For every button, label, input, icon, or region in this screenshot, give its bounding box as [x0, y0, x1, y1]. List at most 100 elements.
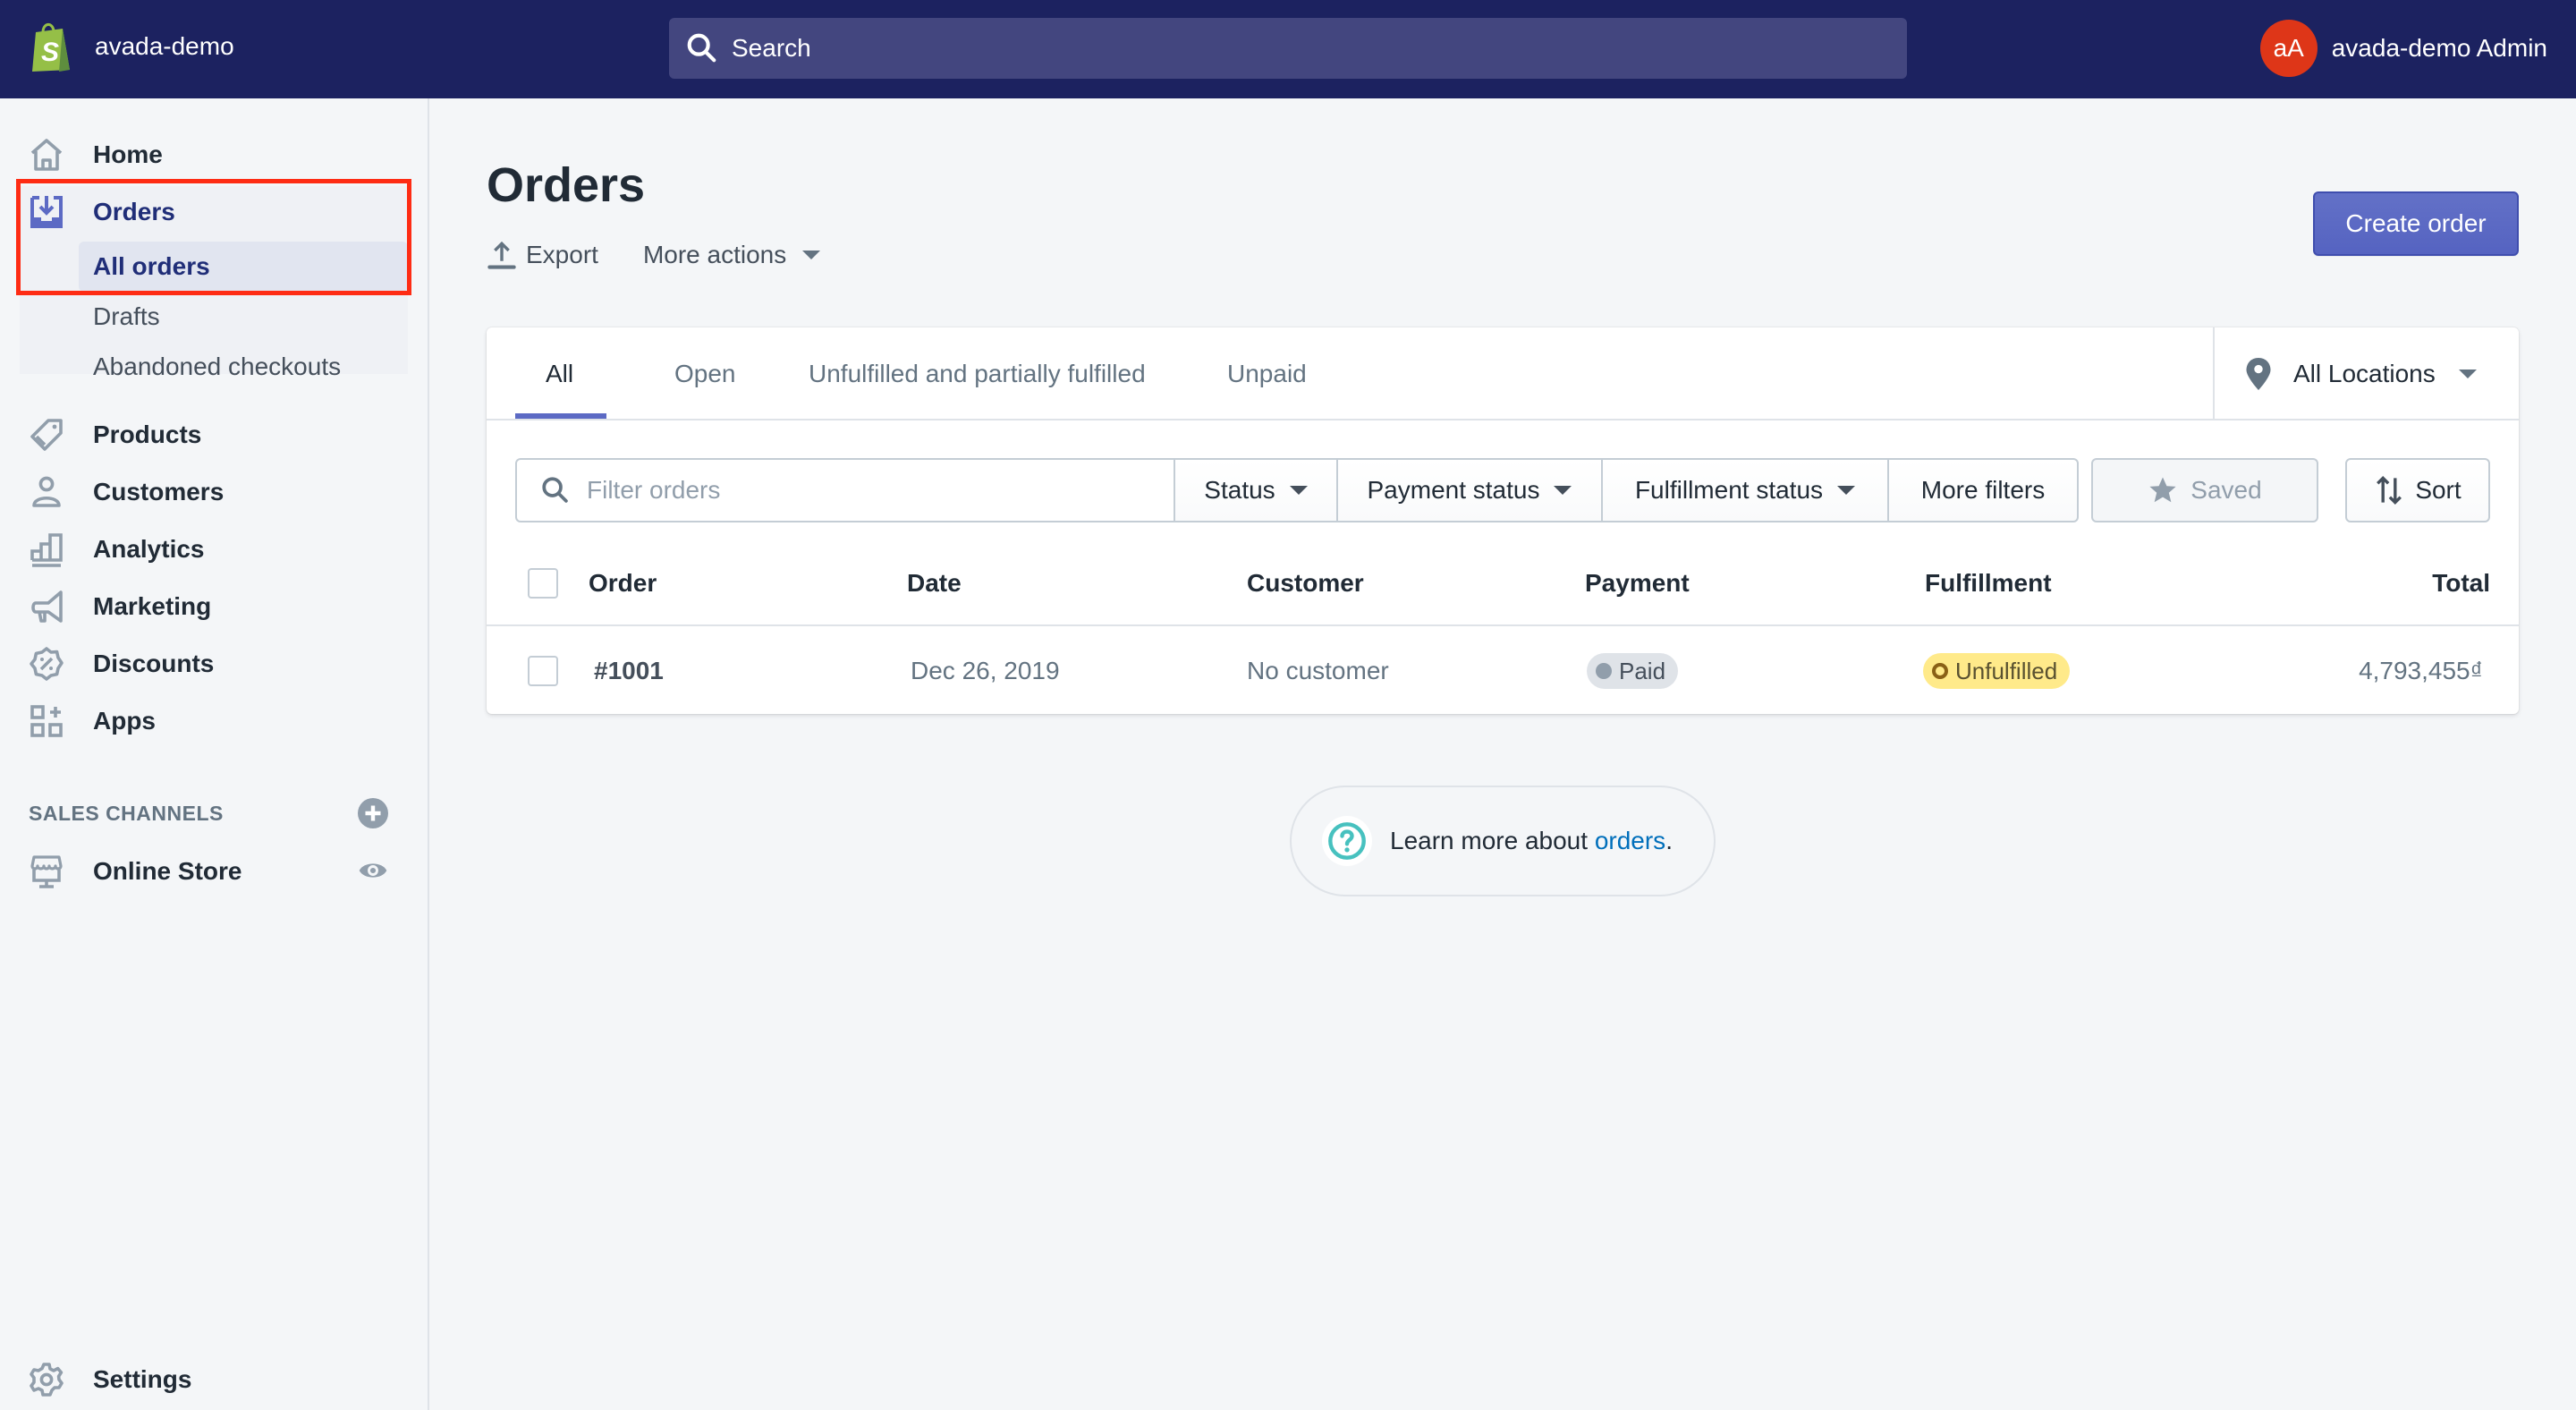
sidebar-item-label: Marketing	[93, 592, 212, 620]
more-filters-button[interactable]: More filters	[1889, 458, 2079, 522]
column-header-fulfillment[interactable]: Fulfillment	[1925, 540, 2052, 626]
tab-unfulfilled-partially[interactable]: Unfulfilled and partially fulfilled	[809, 327, 1146, 420]
export-label: Export	[526, 241, 598, 268]
payment-status-badge: Paid	[1587, 653, 1679, 689]
active-tab-indicator	[515, 413, 606, 419]
fulfillment-status-filter-label: Fulfillment status	[1634, 476, 1824, 504]
more-actions-label: More actions	[642, 241, 787, 268]
sidebar: Home Orders All orders Drafts Abandoned …	[0, 98, 429, 1410]
add-sales-channel-icon[interactable]	[358, 798, 388, 828]
apps-icon	[30, 705, 63, 737]
location-selector[interactable]: All Locations	[2245, 327, 2477, 420]
learn-more-suffix: .	[1665, 827, 1673, 854]
payment-status-filter-label: Payment status	[1367, 476, 1540, 504]
secondary-actions: Export More actions	[487, 240, 821, 270]
sidebar-item-settings[interactable]: Settings	[0, 1353, 428, 1406]
sidebar-item-label: Products	[93, 420, 202, 448]
sidebar-subitem-abandoned-checkouts[interactable]: Abandoned checkouts	[79, 342, 408, 392]
order-date: Dec 26, 2019	[911, 657, 1060, 684]
discount-icon	[30, 647, 64, 681]
select-all-checkbox[interactable]	[528, 568, 558, 599]
tab-all[interactable]: All	[546, 327, 573, 420]
fulfillment-status-filter-button[interactable]: Fulfillment status	[1603, 458, 1889, 522]
orders-table-header: Order Date Customer Payment Fulfillment …	[487, 540, 2519, 626]
home-icon	[30, 139, 63, 171]
caret-down-icon	[1289, 486, 1308, 495]
status-filter-label: Status	[1204, 476, 1275, 504]
fulfillment-status-label: Unfulfilled	[1955, 657, 2058, 684]
megaphone-icon	[31, 590, 63, 623]
avatar: aA	[2259, 20, 2318, 77]
order-number[interactable]: #1001	[594, 628, 664, 714]
store-icon	[30, 855, 63, 888]
row-checkbox[interactable]	[528, 656, 558, 686]
person-icon	[32, 476, 61, 507]
search-icon	[542, 477, 568, 503]
column-header-order[interactable]: Order	[589, 540, 657, 626]
sidebar-item-home[interactable]: Home	[0, 128, 428, 182]
orders-help-link[interactable]: orders	[1595, 827, 1665, 854]
sidebar-subitem-all-orders[interactable]: All orders	[79, 242, 408, 292]
sales-channels-heading: SALES CHANNELS	[29, 802, 224, 825]
top-bar: S avada-demo aA avada-demo Admin	[0, 0, 2576, 98]
tab-unpaid[interactable]: Unpaid	[1227, 327, 1307, 420]
sidebar-item-discounts[interactable]: Discounts	[0, 637, 428, 691]
shopify-logo-icon: S	[32, 23, 70, 72]
tag-icon	[30, 419, 63, 451]
sidebar-item-apps[interactable]: Apps	[0, 694, 428, 748]
column-header-customer[interactable]: Customer	[1247, 540, 1364, 626]
fulfillment-cell: Unfulfilled	[1923, 628, 2071, 714]
caret-down-icon	[1554, 486, 1572, 495]
more-actions-button[interactable]: More actions	[642, 241, 821, 269]
view-store-eye-icon[interactable]	[358, 855, 388, 886]
column-header-date[interactable]: Date	[907, 540, 962, 626]
filter-orders-field[interactable]	[515, 458, 1174, 522]
order-customer: No customer	[1247, 657, 1389, 684]
sidebar-item-analytics[interactable]: Analytics	[0, 522, 428, 576]
filter-bar: Status Payment status Fulfillment status…	[515, 458, 2079, 522]
sidebar-item-label: Apps	[93, 707, 156, 735]
global-search[interactable]	[669, 18, 1907, 79]
create-order-button[interactable]: Create order	[2313, 191, 2519, 256]
caret-down-icon	[1837, 486, 1856, 495]
location-pin-icon	[2246, 358, 2271, 390]
help-icon-wrapper	[1322, 816, 1372, 866]
sidebar-item-orders[interactable]: Orders	[0, 185, 428, 239]
sidebar-item-label: Discounts	[93, 650, 215, 677]
store-name: avada-demo	[95, 32, 234, 60]
star-icon	[2149, 477, 2176, 503]
tab-open[interactable]: Open	[674, 327, 736, 420]
sort-label: Sort	[2415, 476, 2462, 504]
sidebar-subitem-label: Drafts	[93, 302, 160, 330]
sidebar-item-label: Customers	[93, 478, 225, 505]
learn-more-prefix: Learn more about	[1390, 827, 1595, 854]
sidebar-subitem-label: Abandoned checkouts	[93, 352, 342, 380]
sidebar-item-marketing[interactable]: Marketing	[0, 580, 428, 633]
svg-text:S: S	[41, 38, 59, 67]
account-menu[interactable]: aA avada-demo Admin	[2259, 20, 2547, 77]
sidebar-item-label: Home	[93, 140, 163, 168]
column-header-total[interactable]: Total	[2432, 540, 2490, 626]
store-brand[interactable]: S avada-demo	[27, 20, 234, 73]
table-row[interactable]: #1001 Dec 26, 2019 No customer Paid Unfu…	[487, 628, 2519, 714]
fulfillment-status-badge: Unfulfilled	[1923, 653, 2071, 689]
sidebar-item-label: Settings	[93, 1365, 192, 1393]
sort-button[interactable]: Sort	[2345, 458, 2490, 522]
search-input[interactable]	[732, 34, 1805, 63]
filter-orders-input[interactable]	[587, 476, 1123, 505]
export-button[interactable]: Export	[487, 240, 598, 270]
sidebar-item-products[interactable]: Products	[0, 408, 428, 462]
sort-icon	[2377, 475, 2402, 505]
more-filters-label: More filters	[1920, 476, 2046, 504]
saved-button[interactable]: Saved	[2091, 458, 2318, 522]
sidebar-item-customers[interactable]: Customers	[0, 465, 428, 519]
sidebar-item-label: Online Store	[93, 857, 242, 885]
payment-status-filter-button[interactable]: Payment status	[1338, 458, 1603, 522]
column-header-payment[interactable]: Payment	[1585, 540, 1690, 626]
gear-icon	[30, 1363, 64, 1397]
status-filter-button[interactable]: Status	[1174, 458, 1338, 522]
orders-icon	[30, 196, 63, 228]
sidebar-subitem-drafts[interactable]: Drafts	[79, 292, 408, 342]
saved-label: Saved	[2190, 476, 2262, 504]
caret-down-icon	[802, 251, 821, 259]
